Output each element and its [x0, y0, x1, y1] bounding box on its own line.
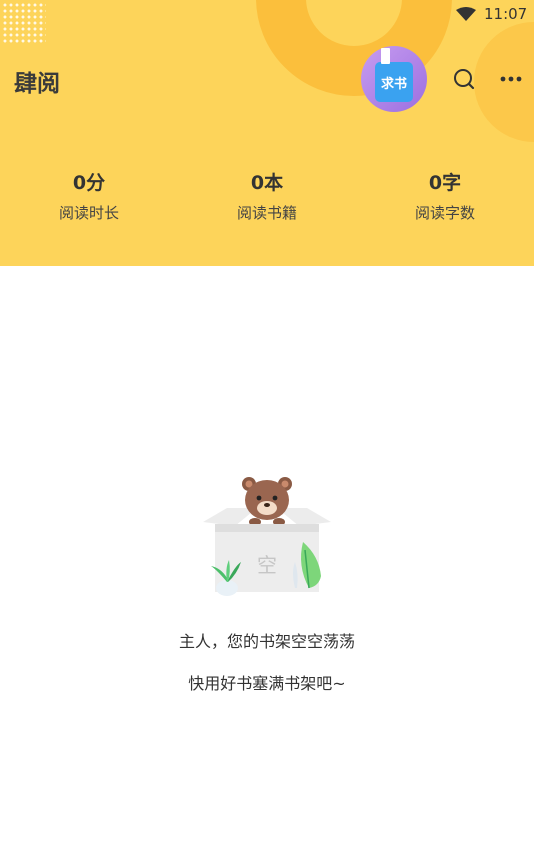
status-time: 11:07 — [484, 5, 528, 23]
stat-words-read: 0字 阅读字数 — [385, 168, 505, 223]
stat-label: 阅读时长 — [58, 204, 119, 222]
request-book-label: 求书 — [380, 76, 407, 92]
book-icon: 求书 — [375, 48, 413, 102]
status-bar: 11:07 — [0, 0, 534, 28]
empty-hint: 快用好书塞满书架吧~ — [188, 674, 346, 693]
stat-label: 阅读书籍 — [236, 204, 297, 222]
app-title: 肆阅 — [14, 70, 60, 97]
box-label: 空 — [257, 553, 277, 577]
empty-message: 主人，您的书架空空荡荡 — [178, 632, 355, 651]
reading-stats: 0分 阅读时长 0本 阅读书籍 0字 阅读字数 — [0, 168, 534, 228]
wifi-icon — [456, 7, 476, 21]
empty-box-illustration: 空 — [197, 470, 337, 600]
stat-reading-time: 0分 阅读时长 — [29, 168, 149, 223]
stat-books-read: 0本 阅读书籍 — [207, 168, 327, 223]
request-book-button[interactable]: 求书 — [361, 46, 427, 112]
stat-value: 0分 — [72, 172, 106, 194]
stat-value: 0字 — [428, 172, 462, 194]
bookmark-icon — [381, 48, 390, 64]
header: 11:07 肆阅 求书 0分 阅读时长 0本 阅读书籍 0字 阅读字数 — [0, 0, 534, 266]
empty-shelf-state: 空 主人，您的书架空空荡荡 快用好书塞满书架吧~ — [0, 470, 534, 694]
stat-label: 阅读字数 — [414, 204, 475, 222]
more-icon[interactable] — [498, 70, 524, 88]
stat-value: 0本 — [250, 172, 284, 194]
search-icon[interactable] — [452, 67, 476, 91]
bear-in-box-icon: 空 — [203, 477, 331, 596]
